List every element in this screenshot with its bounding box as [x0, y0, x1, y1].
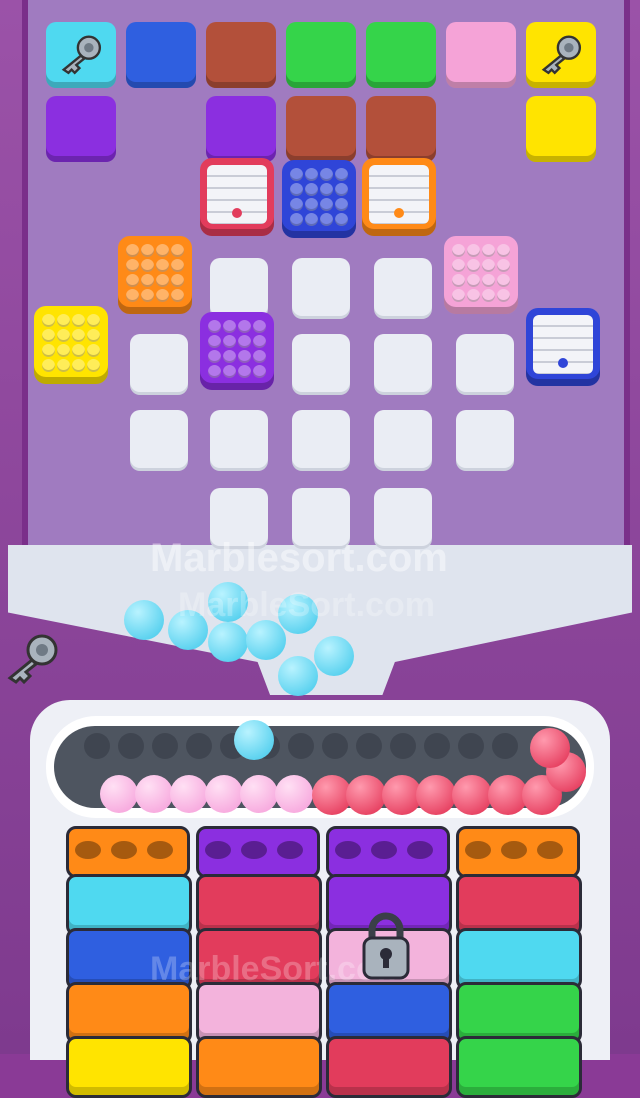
belt-slot: [186, 733, 212, 759]
grid-cell[interactable]: [292, 410, 350, 468]
key-icon: [536, 32, 586, 81]
red-crate[interactable]: [200, 158, 274, 236]
grid-cell[interactable]: [456, 334, 514, 392]
marble-red: [346, 775, 386, 815]
bin-block-pink[interactable]: [196, 982, 322, 1044]
marble-cyan: [208, 622, 248, 662]
top-block-green[interactable]: [366, 22, 436, 88]
bin-block-cyan[interactable]: [456, 928, 582, 990]
watermark: Marblesort.com: [150, 536, 448, 580]
marble-cyan: [234, 720, 274, 760]
marble-cyan: [124, 600, 164, 640]
marble-red: [530, 728, 570, 768]
belt-slot: [424, 733, 450, 759]
top-block-pink[interactable]: [446, 22, 516, 88]
bin-block-red[interactable]: [196, 874, 322, 936]
blue-crate[interactable]: [526, 308, 600, 386]
marble-red: [416, 775, 456, 815]
watermark-small: MarbleSort.com: [178, 586, 435, 624]
belt-slot: [356, 733, 382, 759]
bin-block-yellow[interactable]: [66, 1036, 192, 1098]
bin-block-cyan[interactable]: [66, 874, 192, 936]
purple-marble-box[interactable]: [200, 312, 274, 390]
block-yellow[interactable]: [526, 96, 596, 162]
bin-block-red[interactable]: [456, 874, 582, 936]
belt-slot: [492, 733, 518, 759]
bin-block-green[interactable]: [456, 982, 582, 1044]
block-purple[interactable]: [46, 96, 116, 162]
belt-slot: [390, 733, 416, 759]
marble-cyan: [246, 620, 286, 660]
belt-slot: [118, 733, 144, 759]
key-icon: [2, 630, 62, 691]
grid-cell[interactable]: [292, 334, 350, 392]
grid-cell[interactable]: [374, 334, 432, 392]
marble-red: [452, 775, 492, 815]
bin-cap-orange: [66, 826, 190, 878]
grid-cell[interactable]: [374, 258, 432, 316]
yellow-marble-box[interactable]: [34, 306, 108, 384]
grid-cell[interactable]: [210, 258, 268, 316]
bin-block-blue[interactable]: [326, 982, 452, 1044]
marble-pink: [135, 775, 173, 813]
bin-block-red[interactable]: [326, 1036, 452, 1098]
marble-pink: [100, 775, 138, 813]
belt-slot: [288, 733, 314, 759]
top-block-cyan[interactable]: [46, 22, 116, 88]
marble-pink: [205, 775, 243, 813]
pink-marble-box[interactable]: [444, 236, 518, 314]
grid-cell[interactable]: [456, 410, 514, 468]
grid-cell[interactable]: [374, 410, 432, 468]
marble-pink: [240, 775, 278, 813]
block-brown[interactable]: [366, 96, 436, 162]
bin-cap-orange: [456, 826, 580, 878]
orange-marble-box[interactable]: [118, 236, 192, 314]
belt-slot: [84, 733, 110, 759]
block-brown[interactable]: [286, 96, 356, 162]
bin-cap-purple: [196, 826, 320, 878]
belt-slot: [322, 733, 348, 759]
key-icon: [56, 32, 106, 81]
marble-cyan: [314, 636, 354, 676]
belt-slot: [152, 733, 178, 759]
grid-cell[interactable]: [292, 258, 350, 316]
blue-marble-box[interactable]: [282, 160, 356, 238]
bin-block-orange[interactable]: [66, 982, 192, 1044]
grid-cell[interactable]: [130, 334, 188, 392]
belt-slot: [458, 733, 484, 759]
bin-cap-purple: [326, 826, 450, 878]
bin-block-green[interactable]: [456, 1036, 582, 1098]
top-block-brown[interactable]: [206, 22, 276, 88]
marble-pink: [170, 775, 208, 813]
bin-block-orange[interactable]: [196, 1036, 322, 1098]
block-purple[interactable]: [206, 96, 276, 162]
orange-crate[interactable]: [362, 158, 436, 236]
lock-icon: [358, 910, 414, 987]
grid-cell[interactable]: [130, 410, 188, 468]
top-block-blue[interactable]: [126, 22, 196, 88]
grid-cell[interactable]: [210, 410, 268, 468]
marble-pink: [275, 775, 313, 813]
marble-cyan: [278, 656, 318, 696]
top-block-yellow[interactable]: [526, 22, 596, 88]
top-block-green[interactable]: [286, 22, 356, 88]
